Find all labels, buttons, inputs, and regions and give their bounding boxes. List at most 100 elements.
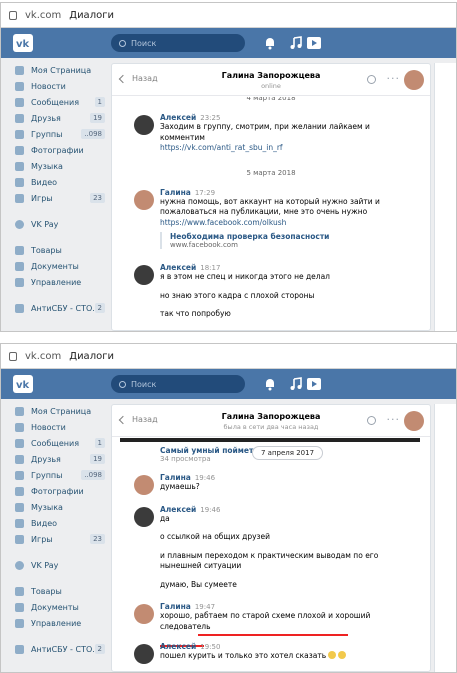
sidebar-item-docs[interactable]: Документы <box>1 599 109 615</box>
sidebar-item-games[interactable]: Игры 23 <box>1 190 109 206</box>
message-author[interactable]: Галина <box>160 602 191 611</box>
sidebar-item-community[interactable]: АнтиСБУ - СТО... 2 <box>1 300 109 316</box>
vk-logo-icon[interactable]: vk <box>13 375 33 393</box>
thumbs-up-emoji-icon <box>328 651 337 659</box>
screenshot-top: vk.com Диалоги vk Поиск Моя Страница Ново… <box>0 2 457 332</box>
contact-name[interactable]: Галина Запорожцева <box>112 71 430 80</box>
sidebar-item-photos[interactable]: Фотографии <box>1 142 109 158</box>
chat-panel: Назад Галина Запорожцева online ··· 4 ма… <box>111 63 431 331</box>
message-author[interactable]: Алексей <box>160 642 196 651</box>
music-note-icon[interactable] <box>289 36 303 50</box>
more-options-icon[interactable]: ··· <box>387 72 401 85</box>
search-input[interactable]: Поиск <box>111 34 245 52</box>
date-pill: 7 апреля 2017 <box>252 446 324 460</box>
message[interactable]: Алексей 19:46 да о ссылкой на общих друзе… <box>112 505 430 591</box>
sidebar-item-market[interactable]: Товары <box>1 242 109 258</box>
message[interactable]: Алексей 23:25 Заходим в группу, смотрим, … <box>112 113 430 154</box>
link-preview-domain: www.facebook.com <box>170 241 238 249</box>
avatar[interactable] <box>134 115 154 135</box>
badge-count: 2 <box>94 303 105 313</box>
link-preview-title[interactable]: Необходима проверка безопасности <box>170 232 422 241</box>
contact-avatar[interactable] <box>404 70 424 90</box>
video-icon <box>15 518 24 528</box>
sidebar-item-friends[interactable]: Друзья 19 <box>1 451 109 467</box>
browser-address-bar[interactable]: vk.com Диалоги <box>1 344 456 369</box>
message-time: 19:46 <box>200 505 221 514</box>
message-author[interactable]: Алексей <box>160 505 196 514</box>
sidebar-item-vkpay[interactable]: VK Pay <box>1 557 109 573</box>
bell-icon[interactable] <box>263 377 277 391</box>
music-note-icon[interactable] <box>289 377 303 391</box>
contact-name[interactable]: Галина Запорожцева <box>112 412 430 421</box>
sidebar-item-photos[interactable]: Фотографии <box>1 483 109 499</box>
message-author[interactable]: Галина <box>160 188 191 197</box>
message-link[interactable]: https://www.facebook.com/olkush <box>160 218 422 229</box>
message-list[interactable]: 4 марта 2018 Алексей 23:25 Заходим в груп… <box>112 97 430 330</box>
vk-logo-icon[interactable]: vk <box>13 34 33 52</box>
sidebar-item-news[interactable]: Новости <box>1 78 109 94</box>
message-text: и плавным переходом к практическим вывод… <box>160 550 379 560</box>
sidebar-item-vkpay[interactable]: VK Pay <box>1 216 109 232</box>
bell-icon[interactable] <box>263 36 277 50</box>
sidebar-item-groups[interactable]: Группы ..098 <box>1 467 109 483</box>
sidebar-item-games[interactable]: Игры 23 <box>1 531 109 547</box>
sidebar-item-manage[interactable]: Управление <box>1 274 109 290</box>
address-path: Диалоги <box>69 9 114 21</box>
avatar[interactable] <box>134 265 154 285</box>
message[interactable]: Алексей 19:50 пошел курить и только это х… <box>112 642 430 664</box>
docs-icon <box>15 261 24 271</box>
message-time: 19:50 <box>200 643 221 651</box>
search-messages-icon[interactable] <box>367 75 376 84</box>
sidebar-item-market[interactable]: Товары <box>1 583 109 599</box>
left-sidebar: Моя Страница Новости Сообщения 1 Друзья 19… <box>1 399 109 672</box>
search-messages-icon[interactable] <box>367 416 376 425</box>
message-link[interactable]: https://vk.com/anti_rat_sbu_in_rf <box>160 143 422 154</box>
message-list[interactable]: Самый умный поймет 34 просмотра 7 апреля… <box>112 438 430 671</box>
games-icon <box>15 193 24 203</box>
search-input[interactable]: Поиск <box>111 375 245 393</box>
sidebar-item-friends[interactable]: Друзья 19 <box>1 110 109 126</box>
message[interactable]: Алексей 18:17 я в этом не спец и никогда … <box>112 263 430 320</box>
avatar[interactable] <box>134 189 154 210</box>
sidebar-item-news[interactable]: Новости <box>1 419 109 435</box>
music-icon <box>15 502 24 512</box>
manage-icon <box>15 618 24 628</box>
more-options-icon[interactable]: ··· <box>387 413 401 426</box>
sidebar-item-messages[interactable]: Сообщения 1 <box>1 435 109 451</box>
avatar[interactable] <box>134 475 154 495</box>
vkpay-icon <box>15 560 24 570</box>
sidebar-item-video[interactable]: Видео <box>1 515 109 531</box>
friends-icon <box>15 454 24 464</box>
messages-icon <box>15 97 24 107</box>
message-author[interactable]: Алексей <box>160 263 196 272</box>
play-icon[interactable] <box>307 377 321 391</box>
message-time: 19:47 <box>194 603 216 611</box>
address-path: Диалоги <box>69 350 114 362</box>
link-preview[interactable]: Необходима проверка безопасности www.fac… <box>160 232 422 249</box>
avatar[interactable] <box>134 506 154 527</box>
message-author[interactable]: Алексей <box>160 113 196 122</box>
avatar[interactable] <box>134 604 154 624</box>
message-text: да <box>160 513 170 523</box>
video-icon <box>15 177 24 187</box>
sidebar-item-video[interactable]: Видео <box>1 174 109 190</box>
message[interactable]: Галина 19:47 хорошо, рабтаем по старой сх… <box>112 602 430 647</box>
contact-avatar[interactable] <box>404 411 424 431</box>
avatar[interactable] <box>134 644 154 664</box>
sidebar-item-music[interactable]: Музыка <box>1 158 109 174</box>
browser-address-bar[interactable]: vk.com Диалоги <box>1 3 456 28</box>
sidebar-item-my-page[interactable]: Моя Страница <box>1 62 109 78</box>
message-text: нынешней ситуации <box>160 561 242 570</box>
sidebar-item-groups[interactable]: Группы ..098 <box>1 126 109 142</box>
message[interactable]: Галина 17:29 нужна помощь, вот аккаунт на… <box>112 188 430 249</box>
message-author[interactable]: Галина <box>160 473 191 482</box>
sidebar-item-my-page[interactable]: Моя Страница <box>1 403 109 419</box>
sidebar-item-community[interactable]: АнтиСБУ - СТО... 2 <box>1 641 109 657</box>
play-icon[interactable] <box>307 36 321 50</box>
sidebar-item-messages[interactable]: Сообщения 1 <box>1 94 109 110</box>
sidebar-item-music[interactable]: Музыка <box>1 499 109 515</box>
sidebar-item-manage[interactable]: Управление <box>1 615 109 631</box>
message[interactable]: Галина 19:46 думаешь? <box>112 473 430 495</box>
groups-icon <box>15 129 24 139</box>
sidebar-item-docs[interactable]: Документы <box>1 258 109 274</box>
